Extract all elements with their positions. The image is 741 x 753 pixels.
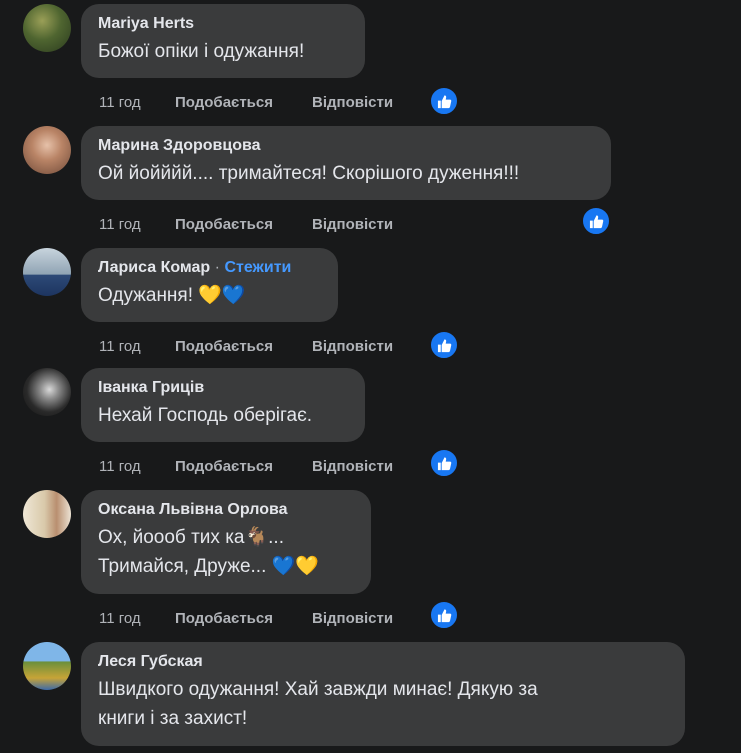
separator-dot: · <box>214 259 220 276</box>
reply-button[interactable]: Відповісти <box>312 338 393 355</box>
reply-button[interactable]: Відповісти <box>312 216 393 233</box>
commenter-name[interactable]: Mariya Herts <box>98 15 194 32</box>
avatar[interactable] <box>23 248 71 296</box>
commenter-name[interactable]: Лариса Комар <box>98 259 210 276</box>
comment: Оксана Львівна Орлова Ох, йоооб тих ка🐐.… <box>23 490 741 630</box>
comments-feed: Mariya Herts Божої опіки і одужання! 11 … <box>0 0 741 753</box>
comment-time[interactable]: 11 год <box>99 610 175 627</box>
thumbs-up-icon[interactable] <box>429 448 459 478</box>
avatar[interactable] <box>23 490 71 538</box>
comment-time[interactable]: 11 год <box>99 94 175 111</box>
reply-button[interactable]: Відповісти <box>312 94 393 111</box>
comment-actions: 11 год Подобається Відповісти <box>81 454 393 478</box>
avatar[interactable] <box>23 642 71 690</box>
comment-text: Нехай Господь оберігає. <box>98 405 313 426</box>
commenter-name[interactable]: Марина Здоровцова <box>98 137 261 154</box>
thumbs-up-icon[interactable] <box>581 206 611 236</box>
comment-bubble: Лариса Комар · Стежити Одужання! 💛💙 <box>81 248 338 322</box>
reply-button[interactable]: Відповісти <box>312 458 393 475</box>
comment-text: Одужання! 💛💙 <box>98 285 246 306</box>
like-button[interactable]: Подобається <box>175 458 312 475</box>
comment-time[interactable]: 11 год <box>99 458 175 475</box>
comment-bubble: Mariya Herts Божої опіки і одужання! <box>81 4 365 78</box>
comment: Mariya Herts Божої опіки і одужання! 11 … <box>23 4 741 116</box>
like-button[interactable]: Подобається <box>175 610 312 627</box>
comment-text: Божої опіки і одужання! <box>98 41 305 62</box>
thumbs-up-icon[interactable] <box>429 330 459 360</box>
comment-actions: 11 год Подобається Відповісти <box>81 90 393 114</box>
comment-actions: 11 год Подобається Відповісти <box>81 334 393 358</box>
avatar[interactable] <box>23 4 71 52</box>
thumbs-up-icon[interactable] <box>429 86 459 116</box>
comment-actions: 11 год Подобається Відповісти <box>81 212 393 236</box>
commenter-name[interactable]: Леся Губская <box>98 653 203 670</box>
commenter-name[interactable]: Оксана Львівна Орлова <box>98 501 288 518</box>
comment: Леся Губская Швидкого одужання! Хай завж… <box>23 642 741 746</box>
comment-bubble: Леся Губская Швидкого одужання! Хай завж… <box>81 642 685 746</box>
avatar[interactable] <box>23 368 71 416</box>
like-button[interactable]: Подобається <box>175 338 312 355</box>
comment-time[interactable]: 11 год <box>99 338 175 355</box>
like-button[interactable]: Подобається <box>175 94 312 111</box>
like-button[interactable]: Подобається <box>175 216 312 233</box>
comment-time[interactable]: 11 год <box>99 216 175 233</box>
comment-bubble: Оксана Львівна Орлова Ох, йоооб тих ка🐐.… <box>81 490 371 594</box>
comment-bubble: Марина Здоровцова Ой йойййй.... тримайте… <box>81 126 611 200</box>
commenter-name[interactable]: Іванка Гриців <box>98 379 204 396</box>
avatar[interactable] <box>23 126 71 174</box>
follow-button[interactable]: Стежити <box>224 259 291 276</box>
comment-actions: 11 год Подобається Відповісти <box>81 606 393 630</box>
comment: Іванка Гриців Нехай Господь оберігає. 11… <box>23 368 741 478</box>
comment: Лариса Комар · Стежити Одужання! 💛💙 11 г… <box>23 248 741 360</box>
comment-text: Ой йойййй.... тримайтеся! Скорішого дуже… <box>98 163 520 184</box>
comment-text-line: Тримайся, Друже... 💙💛 <box>98 556 319 577</box>
comment: Марина Здоровцова Ой йойййй.... тримайте… <box>23 126 741 236</box>
comment-text-line: Швидкого одужання! Хай завжди минає! Дяк… <box>98 679 538 700</box>
reply-button[interactable]: Відповісти <box>312 610 393 627</box>
comment-text-line: книги і за захист! <box>98 708 248 729</box>
comment-bubble: Іванка Гриців Нехай Господь оберігає. <box>81 368 365 442</box>
thumbs-up-icon[interactable] <box>429 600 459 630</box>
comment-text-line: Ох, йоооб тих ка🐐... <box>98 527 284 548</box>
